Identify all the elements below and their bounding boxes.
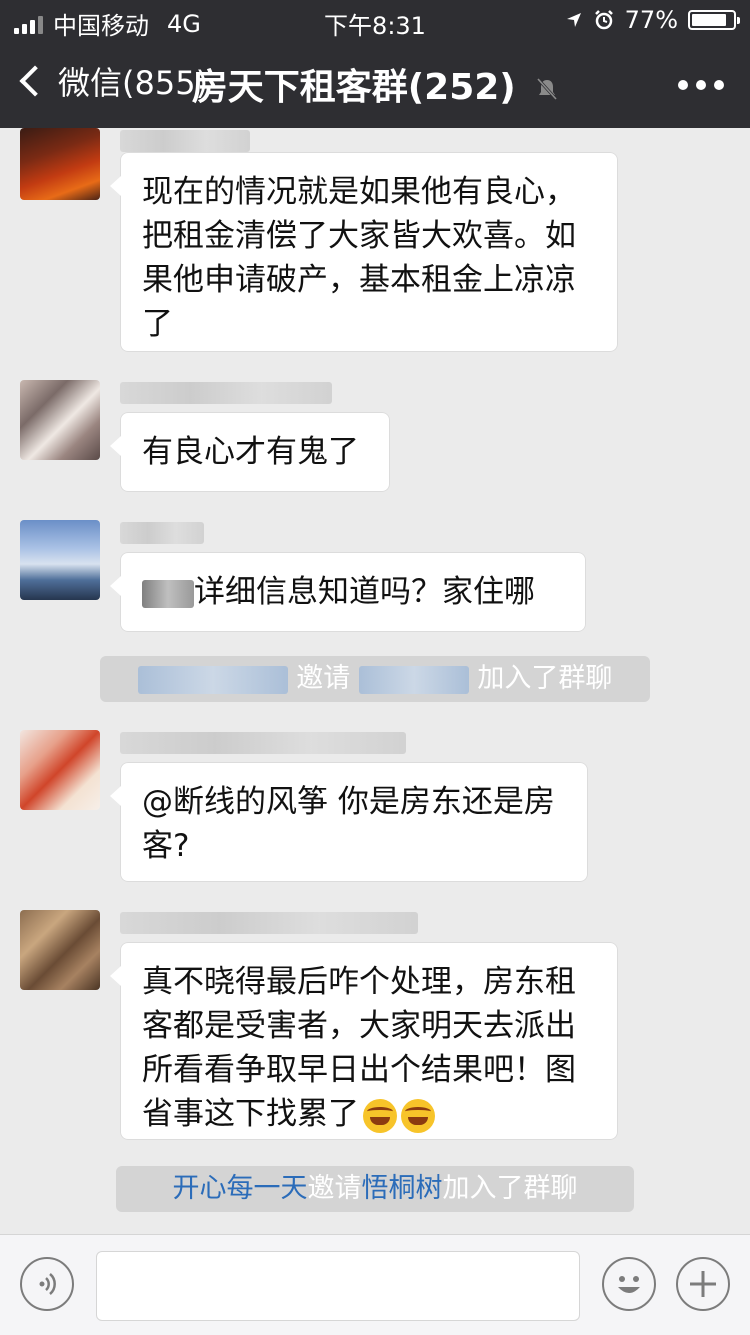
emoji-icon [618, 1276, 640, 1293]
battery-icon [688, 10, 740, 30]
message-text: 现在的情况就是如果他有良心， 把租金清偿了大家皆大欢喜。如 果他申请破产，基本租… [142, 174, 576, 342]
system-notice: 开心每一天邀请悟桐树加入了群聊 [116, 1166, 634, 1212]
voice-button[interactable] [20, 1257, 74, 1311]
voice-icon [39, 1273, 56, 1295]
sender-name-blurred [120, 382, 332, 404]
chat-title-text: 房天下租客群(252) [191, 67, 516, 108]
mute-icon [537, 77, 558, 101]
sender-name-blurred [120, 522, 204, 544]
joined-text: 加入了群聊 [442, 1173, 578, 1204]
battery-label: 77% [624, 6, 678, 34]
system-notice: 邀请 加入了群聊 [100, 656, 650, 702]
blurred-name [358, 665, 469, 694]
inviter-name[interactable]: 开心每一天 [173, 1173, 308, 1204]
plus-button[interactable] [676, 1257, 730, 1311]
chat-title: 房天下租客群(252) [0, 58, 750, 110]
more-button[interactable] [678, 80, 724, 90]
avatar[interactable] [20, 730, 100, 810]
status-bar: 中国移动 4G 下午8:31 77% [0, 0, 750, 40]
plus-icon [690, 1271, 716, 1297]
message-bubble[interactable]: 有良心才有鬼了 [110, 412, 390, 492]
tears-of-joy-emoji-icon [363, 1098, 397, 1133]
sender-name-blurred [120, 912, 418, 934]
message-text: @断线的风筝 你是房东还是房 客? [142, 784, 555, 864]
blurred-text [142, 579, 194, 608]
chat-area[interactable]: 现在的情况就是如果他有良心， 把租金清偿了大家皆大欢喜。如 果他申请破产，基本租… [0, 128, 750, 1234]
sender-name-blurred [120, 732, 406, 754]
input-bar [0, 1234, 750, 1335]
avatar[interactable] [20, 128, 100, 200]
message-bubble[interactable]: 真不晓得最后咋个处理，房东租 客都是受害者，大家明天去派出 所看看争取早日出个结… [110, 942, 618, 1140]
sender-name-blurred [120, 130, 250, 152]
nav-bar: 微信(855) 房天下租客群(252) [0, 40, 750, 128]
invite-word: 邀请 [307, 1173, 362, 1204]
location-icon [566, 13, 581, 27]
invite-word: 邀请 [296, 663, 351, 694]
message-text: 真不晓得最后咋个处理，房东租 客都是受害者，大家明天去派出 所看看争取早日出个结… [142, 964, 576, 1132]
emoji-button[interactable] [602, 1257, 656, 1311]
invitee-name[interactable]: 悟桐树 [362, 1173, 443, 1204]
message-input[interactable] [96, 1251, 580, 1321]
message-text: 有良心才有鬼了 [142, 434, 359, 470]
joined-text: 加入了群聊 [477, 663, 613, 694]
message-bubble[interactable]: 现在的情况就是如果他有良心， 把租金清偿了大家皆大欢喜。如 果他申请破产，基本租… [110, 152, 618, 352]
avatar[interactable] [20, 910, 100, 990]
tears-of-joy-emoji-icon [401, 1098, 435, 1133]
alarm-icon [594, 10, 613, 30]
status-right: 77% [565, 6, 740, 34]
message-bubble[interactable]: @断线的风筝 你是房东还是房 客? [110, 762, 588, 882]
message-text: 详细信息知道吗？家住哪 [194, 574, 535, 610]
message-bubble[interactable]: 详细信息知道吗？家住哪 [110, 552, 586, 632]
avatar[interactable] [20, 520, 100, 600]
blurred-name [137, 665, 288, 694]
avatar[interactable] [20, 380, 100, 460]
